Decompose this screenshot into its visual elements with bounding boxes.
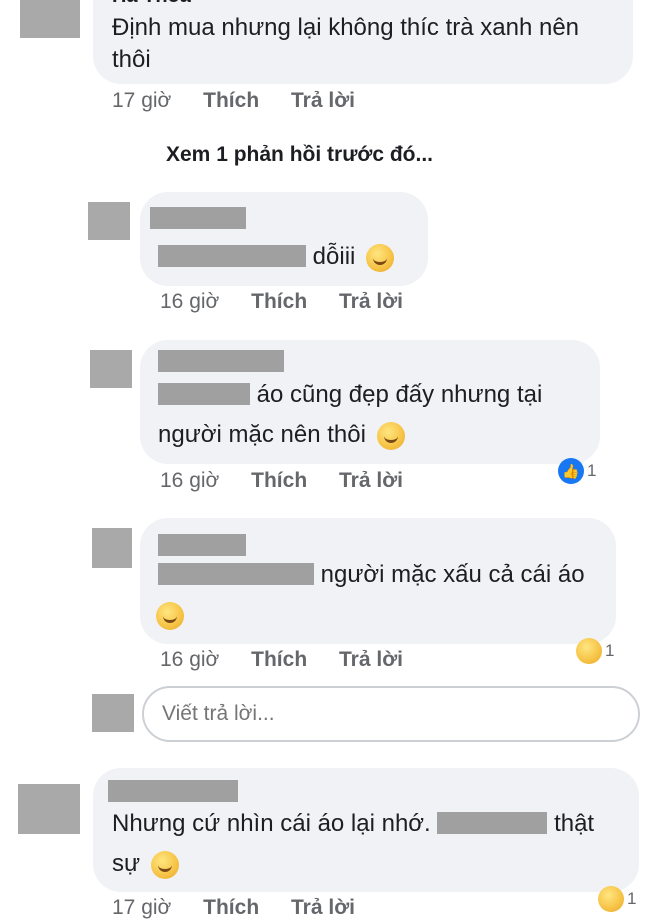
comment-actions: 16 giờ Thích Trả lời (160, 290, 403, 314)
comment-time[interactable]: 16 giờ (160, 290, 219, 313)
redacted-text (158, 562, 314, 585)
reply-button[interactable]: Trả lời (339, 469, 403, 492)
reaction-summary[interactable]: 1 (598, 886, 636, 912)
reaction-summary[interactable]: 1 (576, 638, 614, 664)
laugh-reaction-icon (598, 886, 624, 912)
reaction-count: 1 (605, 641, 615, 660)
laugh-reaction-icon (576, 638, 602, 664)
comment-time[interactable]: 16 giờ (160, 648, 219, 671)
comment-text: áo cũng đẹp đấy nhưng tại (158, 375, 542, 415)
avatar[interactable] (88, 202, 130, 240)
reply-input[interactable] (142, 686, 640, 742)
redacted-author (158, 534, 246, 556)
comment-text: người mặc xấu cả cái áo (158, 555, 585, 595)
smiley-emoji-icon (150, 850, 179, 879)
like-button[interactable]: Thích (203, 89, 259, 112)
current-user-avatar (92, 694, 134, 732)
like-button[interactable]: Thích (203, 896, 259, 919)
reply-button[interactable]: Trả lời (339, 290, 403, 313)
comment-time[interactable]: 16 giờ (160, 469, 219, 492)
redacted-text (158, 244, 306, 267)
comment-actions: 16 giờ Thích Trả lời (160, 469, 403, 493)
avatar[interactable] (20, 0, 80, 38)
comment-text: thôi (112, 46, 151, 73)
thumbs-up-icon: 👍 (558, 458, 584, 484)
like-button[interactable]: Thích (251, 469, 307, 492)
comment-text: dỗiii (158, 237, 395, 277)
comment-time[interactable]: 17 giờ (112, 896, 171, 919)
reaction-count: 1 (627, 889, 637, 908)
comment-time[interactable]: 17 giờ (112, 89, 171, 112)
smiley-emoji-icon (376, 421, 405, 450)
reply-button[interactable]: Trả lời (291, 896, 355, 919)
comment-text: sự (112, 844, 179, 884)
comment-text: người mặc nên thôi (158, 415, 405, 455)
smiley-emoji-icon (156, 601, 184, 630)
redacted-author (108, 780, 238, 802)
comment-actions: 17 giờ Thích Trả lời (112, 89, 355, 113)
redacted-text (437, 811, 548, 834)
redacted-author (158, 350, 284, 372)
like-button[interactable]: Thích (251, 648, 307, 671)
avatar[interactable] (18, 784, 80, 834)
avatar[interactable] (92, 528, 132, 568)
comment-text: Nhưng cứ nhìn cái áo lại nhớ. thật (112, 810, 595, 837)
avatar[interactable] (90, 350, 132, 388)
comment-text (156, 595, 184, 635)
redacted-text (158, 382, 250, 405)
reply-button[interactable]: Trả lời (291, 89, 355, 112)
smiley-emoji-icon (366, 243, 395, 272)
comment-actions: 16 giờ Thích Trả lời (160, 648, 403, 672)
like-button[interactable]: Thích (251, 290, 307, 313)
reaction-count: 1 (587, 461, 597, 480)
comment-text: Định mua nhưng lại không thíc trà xanh n… (112, 14, 580, 41)
comment-actions: 17 giờ Thích Trả lời (112, 896, 355, 920)
redacted-author (150, 207, 246, 229)
reaction-summary[interactable]: 👍 1 (558, 458, 596, 484)
view-previous-replies-link[interactable]: Xem 1 phản hồi trước đó... (166, 143, 433, 167)
reply-button[interactable]: Trả lời (339, 648, 403, 671)
